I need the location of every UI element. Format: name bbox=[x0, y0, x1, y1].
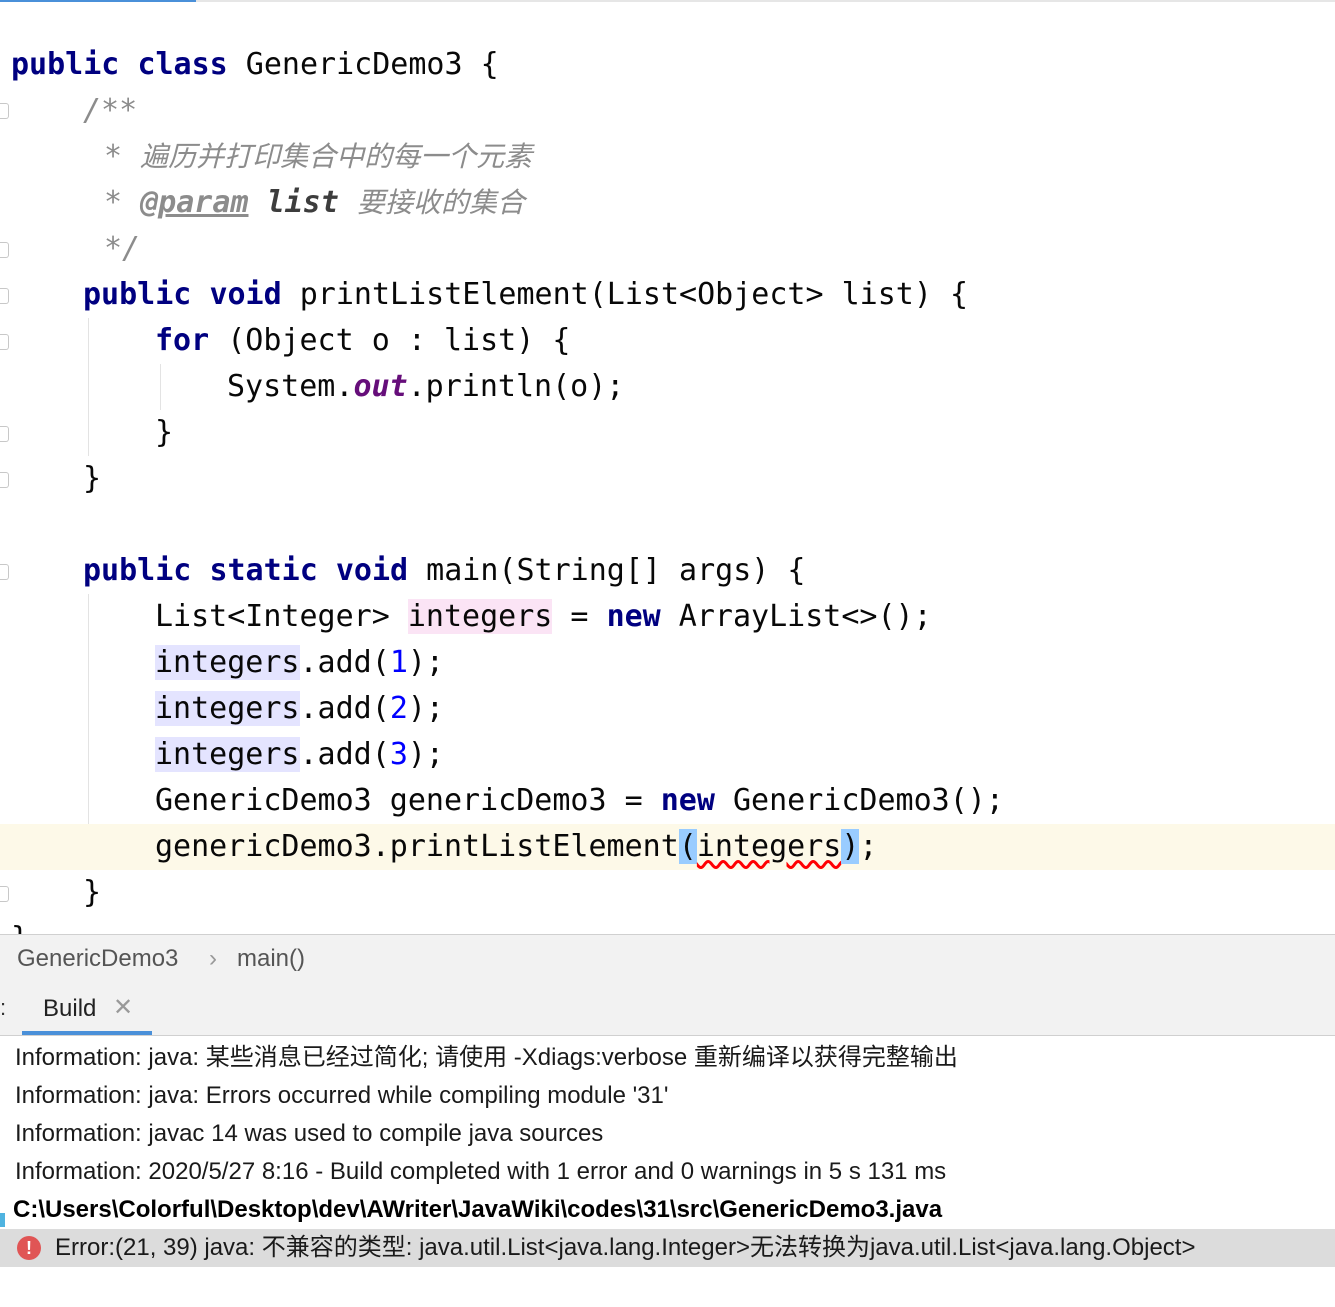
keyword: static bbox=[209, 553, 318, 588]
code-text: main(String[] args) { bbox=[408, 553, 806, 588]
code-line: GenericDemo3 genericDemo3 = new GenericD… bbox=[0, 778, 1004, 824]
keyword: public bbox=[83, 553, 192, 588]
javadoc-tag: @param bbox=[140, 185, 249, 220]
code-line: public class GenericDemo3 { bbox=[0, 42, 499, 88]
output-line[interactable]: Information: java: Errors occurred while… bbox=[15, 1077, 668, 1115]
code-line: public void printListElement(List<Object… bbox=[0, 272, 968, 318]
error-file-path[interactable]: C:\Users\Colorful\Desktop\dev\AWriter\Ja… bbox=[13, 1191, 942, 1229]
chevron-right-icon: › bbox=[209, 945, 217, 972]
number-literal: 3 bbox=[389, 737, 408, 772]
tool-window-label: : bbox=[0, 995, 7, 1020]
error-message-row[interactable]: ! Error:(21, 39) java: 不兼容的类型: java.util… bbox=[0, 1229, 1335, 1267]
comment-text: 要接收的集合 bbox=[356, 186, 525, 219]
static-field: out bbox=[353, 369, 408, 404]
keyword: public bbox=[11, 47, 120, 82]
number-literal: 1 bbox=[389, 645, 408, 680]
code-line: List<Integer> integers = new ArrayList<>… bbox=[0, 594, 932, 640]
code-line: integers.add(1); bbox=[0, 640, 444, 686]
comment-text: */ bbox=[104, 231, 141, 266]
code-line: for (Object o : list) { bbox=[0, 318, 570, 364]
comment-text: /** bbox=[83, 93, 138, 128]
code-line: System.out.println(o); bbox=[0, 364, 624, 410]
code-text: GenericDemo3 genericDemo3 = bbox=[155, 783, 661, 818]
breadcrumb-class[interactable]: GenericDemo3 bbox=[17, 945, 178, 973]
keyword: new bbox=[660, 783, 715, 818]
code-text: GenericDemo3 { bbox=[227, 47, 499, 82]
variable-declaration: integers bbox=[407, 599, 553, 634]
code-line: } bbox=[0, 916, 29, 934]
code-text: .add( bbox=[299, 737, 390, 772]
tab-build[interactable]: Build ✕ bbox=[22, 983, 152, 1035]
code-text: (Object o : list) { bbox=[209, 323, 571, 358]
number-literal: 2 bbox=[389, 691, 408, 726]
code-line: */ bbox=[0, 226, 140, 272]
variable-usage: integers bbox=[155, 645, 300, 680]
keyword: for bbox=[155, 323, 210, 358]
code-text: System. bbox=[227, 369, 354, 404]
code-line: public static void main(String[] args) { bbox=[0, 548, 805, 594]
javadoc-param: list bbox=[266, 185, 339, 220]
output-line[interactable]: Information: java: 某些消息已经过简化; 请使用 -Xdiag… bbox=[15, 1039, 958, 1077]
keyword: class bbox=[137, 47, 228, 82]
comment-text: 遍历并打印集合中的每一个元素 bbox=[140, 140, 533, 173]
code-line: } bbox=[0, 410, 173, 456]
keyword: new bbox=[606, 599, 661, 634]
code-line: integers.add(2); bbox=[0, 686, 444, 732]
code-text: GenericDemo3(); bbox=[714, 783, 1004, 818]
code-text: } bbox=[11, 921, 29, 934]
code-text: genericDemo3.printListElement bbox=[155, 829, 679, 864]
code-text: List<Integer> bbox=[155, 599, 408, 634]
code-line: * @param list 要接收的集合 bbox=[0, 180, 525, 226]
comment-text: * bbox=[104, 185, 141, 220]
comment-text: * bbox=[104, 139, 141, 174]
error-argument: integers bbox=[696, 829, 842, 864]
code-line: } bbox=[0, 456, 101, 502]
selection-marker bbox=[0, 1213, 5, 1227]
keyword: public bbox=[83, 277, 192, 312]
variable-usage: integers bbox=[155, 691, 300, 726]
error-message: Error:(21, 39) java: 不兼容的类型: java.util.L… bbox=[55, 1234, 1196, 1261]
keyword: void bbox=[335, 553, 409, 588]
breadcrumb: GenericDemo3 › main() bbox=[0, 934, 1335, 984]
code-text: ); bbox=[407, 645, 444, 680]
code-text: ArrayList<>(); bbox=[660, 599, 932, 634]
code-text: } bbox=[83, 461, 102, 496]
code-line: * 遍历并打印集合中的每一个元素 bbox=[0, 134, 532, 180]
code-text: .println(o); bbox=[407, 369, 625, 404]
code-text: ; bbox=[859, 829, 878, 864]
code-text: = bbox=[552, 599, 607, 634]
error-icon: ! bbox=[17, 1236, 41, 1260]
code-line: } bbox=[0, 870, 101, 916]
variable-usage: integers bbox=[155, 737, 300, 772]
code-line: /** bbox=[0, 88, 137, 134]
code-text: ); bbox=[407, 691, 444, 726]
code-text: .add( bbox=[299, 691, 390, 726]
code-text: ); bbox=[407, 737, 444, 772]
build-tool-window-header: : Build ✕ bbox=[0, 983, 1335, 1036]
code-text: printListElement(List<Object> list) { bbox=[281, 277, 969, 312]
code-text: .add( bbox=[299, 645, 390, 680]
output-line[interactable]: Information: javac 14 was used to compil… bbox=[15, 1115, 603, 1153]
close-icon[interactable]: ✕ bbox=[113, 993, 133, 1022]
breadcrumb-method[interactable]: main() bbox=[237, 945, 305, 973]
build-output-panel: Information: java: 某些消息已经过简化; 请使用 -Xdiag… bbox=[0, 1036, 1335, 1307]
output-line[interactable]: Information: 2020/5/27 8:16 - Build comp… bbox=[15, 1153, 946, 1191]
tab-label: Build bbox=[43, 995, 97, 1022]
keyword: void bbox=[209, 277, 282, 312]
paren-match: ) bbox=[841, 829, 860, 864]
paren-match: ( bbox=[678, 829, 697, 864]
current-code-line: genericDemo3.printListElement(integers); bbox=[0, 824, 1335, 870]
code-text: } bbox=[155, 415, 174, 450]
code-text: } bbox=[83, 875, 102, 910]
code-editor[interactable]: public class GenericDemo3 { /** * 遍历并打印集… bbox=[0, 0, 1335, 934]
code-line: integers.add(3); bbox=[0, 732, 444, 778]
